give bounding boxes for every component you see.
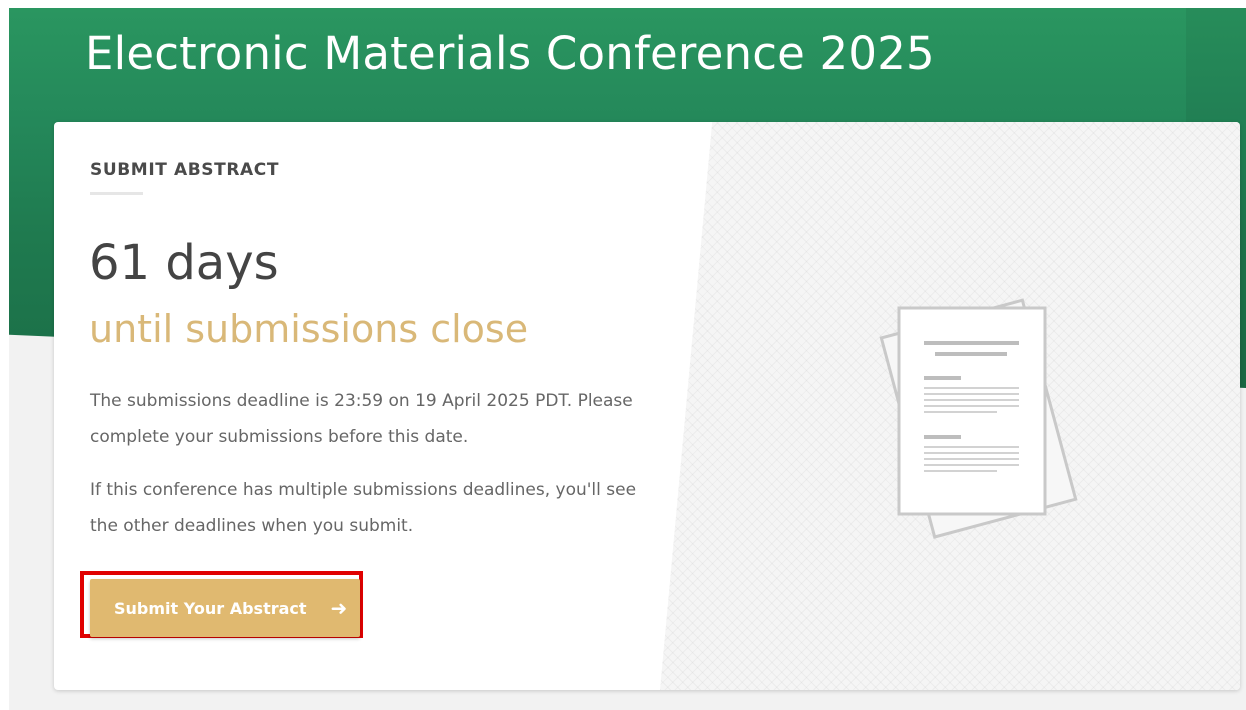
document-icon — [879, 298, 1078, 539]
days-remaining-count: 61 days — [89, 235, 279, 291]
section-label: SUBMIT ABSTRACT — [90, 160, 280, 180]
section-underline — [90, 192, 143, 195]
submit-abstract-button[interactable]: Submit Your Abstract ➜ — [90, 579, 360, 637]
arrow-right-icon: ➜ — [330, 596, 348, 620]
page-title: Electronic Materials Conference 2025 — [85, 27, 935, 80]
page: Electronic Materials Conference 2025 SUB… — [0, 0, 1246, 710]
days-remaining-subtitle: until submissions close — [89, 307, 529, 351]
multiple-deadlines-paragraph: If this conference has multiple submissi… — [90, 480, 637, 536]
submit-button-label: Submit Your Abstract — [114, 598, 307, 618]
deadline-paragraph: The submissions deadline is 23:59 on 19 … — [90, 391, 633, 447]
